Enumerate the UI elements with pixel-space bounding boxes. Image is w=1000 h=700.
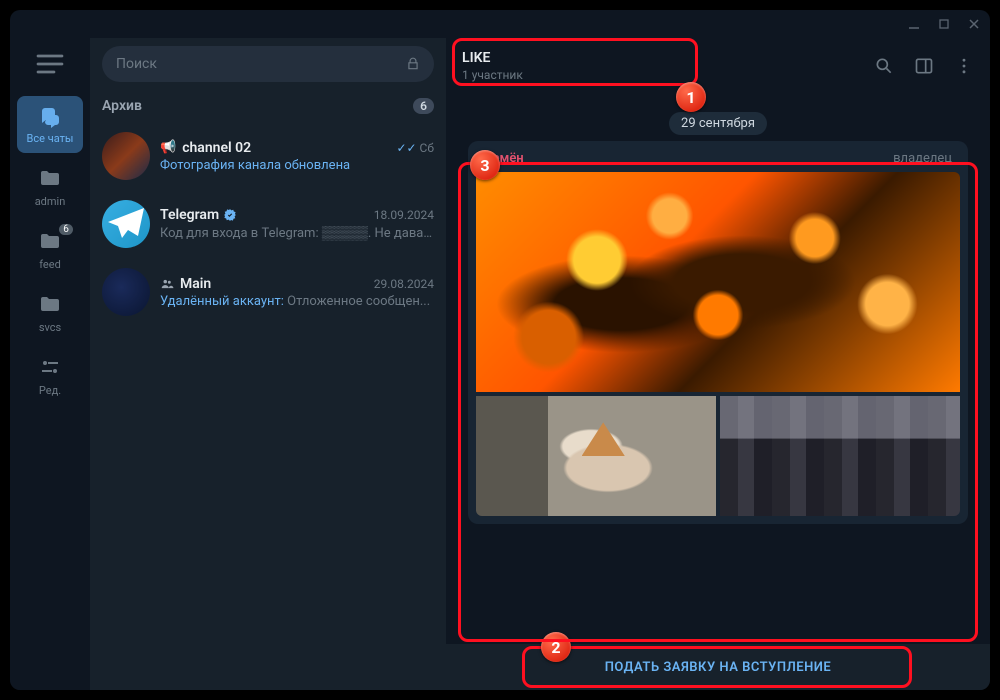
- sliders-icon: [38, 356, 62, 380]
- window-maximize-icon[interactable]: [938, 18, 950, 30]
- chat-item[interactable]: Telegram 18.09.2024 Код для входа в Tele…: [90, 190, 446, 258]
- chat-title: Main: [180, 276, 211, 292]
- search-in-chat-icon[interactable]: [874, 56, 894, 76]
- join-request-button[interactable]: ПОДАТЬ ЗАЯВКУ НА ВСТУПЛЕНИЕ: [446, 644, 990, 690]
- search-placeholder: Поиск: [116, 56, 157, 72]
- message-role: владелец: [893, 151, 952, 166]
- rail-badge: 6: [59, 224, 73, 235]
- app-window: Все чаты admin 6 feed svcs: [10, 10, 990, 690]
- archive-count: 6: [413, 98, 434, 114]
- chat-preview: Фотография канала обновлена: [160, 158, 434, 173]
- titlebar: [10, 10, 990, 38]
- rail-feed[interactable]: 6 feed: [17, 222, 83, 279]
- message-card[interactable]: Семён владелец: [468, 141, 968, 524]
- chat-item[interactable]: 📢 channel 02 ✓✓Сб Фотография канала обно…: [90, 122, 446, 190]
- avatar: [102, 200, 150, 248]
- chat-subtitle: 1 участник: [462, 68, 523, 82]
- read-check-icon: ✓✓: [396, 141, 416, 155]
- media-image-city[interactable]: [720, 396, 960, 516]
- media-image-cat[interactable]: [476, 396, 716, 516]
- chat-preview: Удалённый аккаунт: Отложенное сообщен...: [160, 294, 434, 309]
- rail-all-chats[interactable]: Все чаты: [17, 96, 83, 153]
- message-author: Семён: [484, 151, 524, 166]
- lock-icon: [406, 57, 420, 71]
- chat-panel: LIKE 1 участник 29 сентя: [446, 38, 990, 690]
- chat-title: Telegram: [160, 207, 219, 223]
- date-separator: 29 сентября: [468, 112, 968, 131]
- sidepanel-icon[interactable]: [914, 56, 934, 76]
- rail-admin[interactable]: admin: [17, 159, 83, 216]
- window-close-icon[interactable]: [968, 18, 980, 30]
- rail-label: svcs: [39, 321, 61, 334]
- chat-time: 29.08.2024: [374, 277, 434, 291]
- verified-icon: [223, 208, 237, 222]
- chat-preview: Код для входа в Telegram: ▒▒▒▒▒. Не дава…: [160, 225, 434, 241]
- folder-icon: [38, 293, 62, 317]
- chat-title: LIKE: [462, 50, 523, 66]
- more-icon[interactable]: [954, 56, 974, 76]
- folder-rail: Все чаты admin 6 feed svcs: [10, 38, 90, 690]
- media-album: [476, 172, 960, 516]
- window-minimize-icon[interactable]: [908, 18, 920, 30]
- avatar: [102, 132, 150, 180]
- archive-row[interactable]: Архив 6: [90, 90, 446, 122]
- rail-label: admin: [35, 195, 66, 208]
- chat-messages: 29 сентября Семён владелец: [446, 94, 990, 644]
- group-icon: [160, 277, 174, 291]
- chat-header[interactable]: LIKE 1 участник: [446, 38, 990, 94]
- avatar: [102, 268, 150, 316]
- chat-title: channel 02: [182, 140, 251, 156]
- chat-item[interactable]: Main 29.08.2024 Удалённый аккаунт: Отлож…: [90, 258, 446, 326]
- rail-label: feed: [39, 258, 61, 271]
- folder-icon: [38, 230, 62, 254]
- rail-label: Ред.: [39, 384, 61, 397]
- chat-list-panel: Поиск Архив 6 📢 chan: [90, 38, 446, 690]
- chat-icon: [38, 104, 62, 128]
- chat-time: ✓✓Сб: [396, 141, 434, 155]
- chat-time: 18.09.2024: [374, 208, 434, 222]
- menu-button[interactable]: [34, 48, 66, 80]
- archive-label: Архив: [102, 98, 142, 114]
- megaphone-icon: 📢: [160, 140, 176, 155]
- rail-svcs[interactable]: svcs: [17, 285, 83, 342]
- rail-label: Все чаты: [27, 132, 74, 145]
- rail-edit[interactable]: Ред.: [17, 348, 83, 405]
- search-input[interactable]: Поиск: [102, 46, 434, 82]
- media-image-fractal[interactable]: [476, 172, 960, 392]
- folder-icon: [38, 167, 62, 191]
